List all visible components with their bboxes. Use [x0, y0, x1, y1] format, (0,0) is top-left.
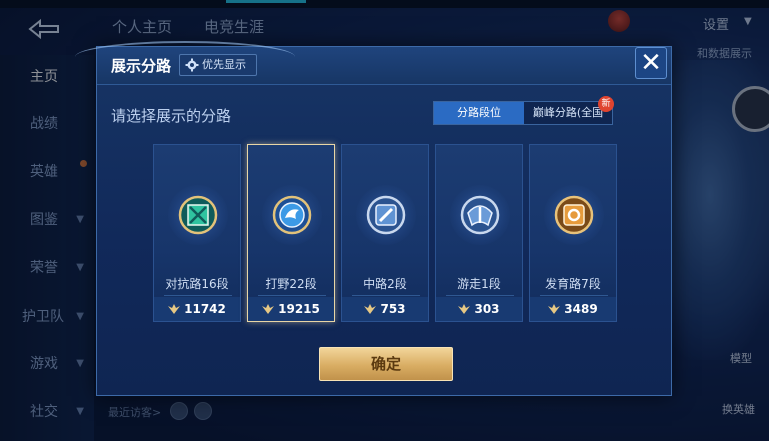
- lane-label: 对抗路16段: [165, 277, 229, 291]
- lane-score: 3489: [564, 302, 598, 316]
- divider: [540, 295, 608, 296]
- lane-score: 19215: [278, 302, 320, 316]
- lane-card-clash[interactable]: 对抗路16段 11742: [153, 144, 241, 322]
- score-row: 753: [342, 297, 428, 321]
- lane-label: 发育路7段: [545, 277, 601, 291]
- lane-mode-toggle: 分路段位 巅峰分路(全国 新: [433, 96, 614, 125]
- power-icon: [364, 304, 377, 314]
- lane-label: 游走1段: [457, 277, 501, 291]
- lane-score: 11742: [184, 302, 226, 316]
- jungle-emblem-icon: [272, 195, 312, 235]
- dialog-title: 展示分路: [111, 57, 172, 75]
- confirm-button[interactable]: 确定: [319, 347, 453, 381]
- power-icon: [458, 304, 471, 314]
- score-row: 19215: [248, 297, 334, 321]
- gear-icon: [185, 58, 199, 72]
- new-badge: 新: [598, 96, 614, 112]
- lane-score: 303: [474, 302, 500, 316]
- clash-lane-emblem-icon: [178, 195, 218, 235]
- score-row: 11742: [154, 297, 240, 321]
- divider: [164, 295, 232, 296]
- priority-badge-label: 优先显示: [202, 58, 246, 71]
- lane-label: 打野22段: [265, 277, 317, 291]
- roam-emblem-icon: [460, 195, 500, 235]
- divider: [258, 295, 326, 296]
- farm-lane-emblem-icon: [554, 195, 594, 235]
- lane-card-farm[interactable]: 发育路7段 3489: [529, 144, 617, 322]
- score-row: 303: [436, 297, 522, 321]
- lane-score: 753: [380, 302, 406, 316]
- toggle-lane-rank[interactable]: 分路段位: [434, 102, 524, 124]
- close-icon: ✕: [640, 48, 662, 78]
- power-icon: [262, 304, 275, 314]
- close-button[interactable]: ✕: [635, 47, 667, 79]
- mid-lane-emblem-icon: [366, 195, 406, 235]
- lane-display-dialog: 展示分路 优先显示 ✕ 请选择展示的分路 分路段位 巅峰分路(全国 新 对抗路1…: [75, 41, 672, 396]
- score-row: 3489: [530, 297, 616, 321]
- divider: [352, 295, 420, 296]
- power-icon: [548, 304, 561, 314]
- lane-label: 中路2段: [363, 277, 407, 291]
- lane-card-mid[interactable]: 中路2段 753: [341, 144, 429, 322]
- dialog-header: 展示分路 优先显示 ✕: [75, 41, 671, 85]
- power-icon: [168, 304, 181, 314]
- divider: [446, 295, 514, 296]
- dialog-subtitle: 请选择展示的分路: [111, 107, 232, 125]
- lane-card-roam[interactable]: 游走1段 303: [435, 144, 523, 322]
- priority-display-badge[interactable]: 优先显示: [179, 54, 257, 76]
- lane-card-jungle[interactable]: 打野22段 19215: [247, 144, 335, 322]
